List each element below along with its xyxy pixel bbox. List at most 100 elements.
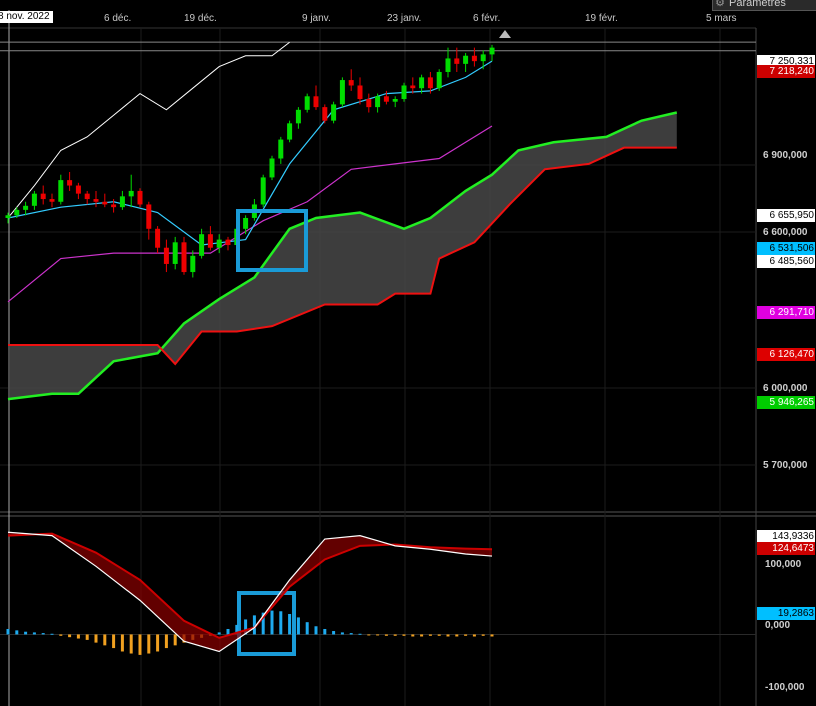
candle-body bbox=[75, 185, 81, 194]
macd-tag: 19,2863 bbox=[757, 607, 815, 620]
candle-body bbox=[357, 85, 363, 100]
macd-histogram-bar bbox=[270, 610, 274, 635]
candle-body bbox=[31, 193, 37, 206]
candle-body bbox=[419, 77, 425, 89]
macd-histogram-bar bbox=[173, 634, 177, 646]
parameters-button[interactable]: ⚙ Paramètres bbox=[712, 0, 816, 11]
candle-body bbox=[137, 190, 143, 205]
candle-body bbox=[331, 104, 337, 121]
macd-histogram-bar bbox=[68, 634, 72, 638]
crosshair-date-label: 8 nov. 2022 bbox=[0, 11, 53, 23]
macd-histogram-bar bbox=[490, 634, 494, 637]
x-tick-label: 23 janv. bbox=[387, 13, 422, 24]
chart-canvas[interactable] bbox=[0, 0, 816, 706]
macd-histogram-bar bbox=[164, 634, 168, 649]
candle-body bbox=[392, 99, 398, 102]
scroll-marker-icon bbox=[499, 30, 511, 38]
candle-body bbox=[119, 196, 125, 208]
candle-body bbox=[5, 215, 11, 218]
price-tag: 6 291,710 bbox=[757, 306, 815, 319]
macd-histogram-bar bbox=[340, 632, 344, 635]
candle-body bbox=[287, 123, 293, 140]
candle-body bbox=[225, 239, 231, 246]
macd-histogram-bar bbox=[481, 634, 485, 636]
candle-body bbox=[58, 180, 64, 202]
candle-body bbox=[454, 58, 460, 64]
macd-histogram-bar bbox=[376, 634, 380, 636]
x-tick-label: 19 déc. bbox=[184, 13, 217, 24]
highlight-box bbox=[237, 591, 296, 656]
macd-histogram-bar bbox=[367, 634, 371, 636]
macd-histogram-bar bbox=[6, 628, 10, 635]
candle-body bbox=[84, 193, 90, 200]
price-axis-tick: 6 000,000 bbox=[763, 383, 808, 394]
candle-body bbox=[278, 139, 284, 159]
macd-axis-tick: -100,000 bbox=[765, 682, 805, 693]
x-tick-label: 6 déc. bbox=[104, 13, 132, 24]
macd-histogram-bar bbox=[112, 634, 116, 649]
candle-body bbox=[49, 199, 55, 202]
macd-histogram-bar bbox=[464, 634, 468, 636]
macd-histogram-bar bbox=[59, 634, 63, 636]
macd-histogram-bar bbox=[156, 634, 160, 652]
price-tag: 6 531,506 bbox=[757, 242, 815, 255]
candle-body bbox=[304, 96, 310, 110]
macd-histogram-bar bbox=[138, 634, 142, 655]
macd-axis-tick: 100,000 bbox=[765, 559, 802, 570]
macd-histogram-bar bbox=[358, 633, 362, 635]
macd-histogram-bar bbox=[393, 634, 397, 636]
macd-tag: 124,6473 bbox=[757, 542, 815, 555]
candle-body bbox=[480, 54, 486, 62]
price-axis-tick: 5 700,000 bbox=[763, 460, 808, 471]
macd-histogram-bar bbox=[428, 634, 432, 636]
macd-histogram-bar bbox=[323, 628, 327, 635]
macd-histogram-bar bbox=[76, 634, 80, 639]
x-tick-label: 19 févr. bbox=[585, 13, 618, 24]
macd-histogram-bar bbox=[41, 633, 45, 635]
macd-histogram-bar bbox=[147, 634, 151, 654]
candle-body bbox=[207, 234, 213, 248]
macd-histogram-bar bbox=[446, 634, 450, 637]
macd-histogram-bar bbox=[279, 611, 283, 635]
price-tag: 6 126,470 bbox=[757, 348, 815, 361]
candle-body bbox=[401, 85, 407, 100]
candle-body bbox=[67, 180, 73, 186]
price-axis-tick: 6 600,000 bbox=[763, 227, 808, 238]
candle-body bbox=[260, 177, 266, 205]
candle-body bbox=[14, 209, 20, 216]
candle-body bbox=[181, 242, 187, 273]
macd-histogram-bar bbox=[217, 632, 221, 635]
macd-axis-tick: 0,000 bbox=[765, 620, 791, 631]
candle-body bbox=[410, 85, 416, 89]
macd-histogram-bar bbox=[384, 634, 388, 636]
macd-histogram-bar bbox=[472, 634, 476, 637]
price-tag: 7 218,240 bbox=[757, 65, 815, 78]
candle-body bbox=[375, 96, 381, 108]
x-tick-label: 9 janv. bbox=[302, 13, 331, 24]
price-tag: 5 946,265 bbox=[757, 396, 815, 409]
candle-body bbox=[199, 234, 205, 256]
chikou-span-line bbox=[7, 41, 290, 219]
candle-body bbox=[128, 190, 134, 197]
candle-body bbox=[383, 96, 389, 102]
ichimoku-cloud bbox=[8, 112, 677, 400]
candle-body bbox=[339, 80, 345, 105]
candle-body bbox=[295, 109, 301, 124]
candle-body bbox=[463, 55, 469, 64]
candle-body bbox=[111, 204, 117, 208]
candle-body bbox=[348, 80, 354, 86]
macd-histogram-bar bbox=[314, 626, 318, 635]
gear-icon: ⚙ bbox=[715, 0, 725, 9]
candle-body bbox=[269, 158, 275, 178]
macd-histogram-bar bbox=[85, 634, 89, 640]
candle-body bbox=[155, 228, 161, 248]
macd-histogram-bar bbox=[455, 634, 459, 637]
macd-histogram-bar bbox=[103, 634, 107, 646]
candle-body bbox=[366, 99, 372, 108]
macd-histogram-bar bbox=[332, 631, 336, 635]
macd-histogram-bar bbox=[305, 622, 309, 635]
candle-body bbox=[146, 204, 152, 229]
macd-histogram-bar bbox=[24, 631, 28, 635]
parameters-label: Paramètres bbox=[729, 0, 786, 9]
macd-histogram-bar bbox=[411, 634, 415, 637]
